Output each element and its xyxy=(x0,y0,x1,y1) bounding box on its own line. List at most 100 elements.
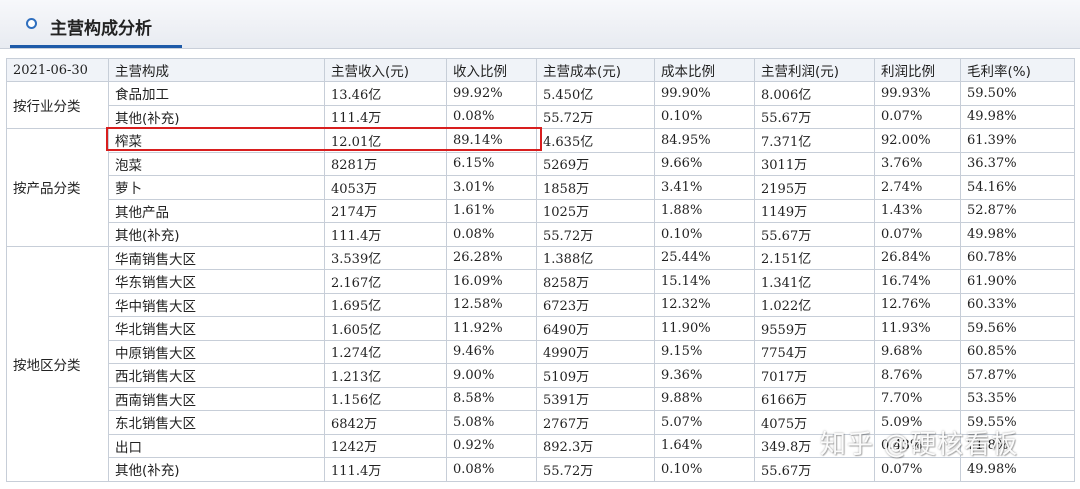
value-cell: 55.72万 xyxy=(536,222,655,247)
header-date: 2021-06-30 xyxy=(6,58,109,82)
value-cell: 1.388亿 xyxy=(536,245,655,270)
value-cell: 8.58% xyxy=(446,386,537,411)
value-cell: 15.14% xyxy=(654,269,755,294)
group-label: 按地区分类 xyxy=(6,245,109,482)
value-cell: 53.35% xyxy=(960,386,1075,411)
value-cell: 3011万 xyxy=(754,151,875,176)
table-header-row: 2021-06-30 主营构成 主营收入(元) 收入比例 主营成本(元) 成本比… xyxy=(6,58,1075,82)
value-cell: 0.10% xyxy=(654,222,755,247)
table-row: 按产品分类 榨菜 12.01亿 89.14% 4.635亿 84.95% 7.371亿 92.… xyxy=(6,128,1075,247)
value-cell: 55.72万 xyxy=(536,104,655,129)
value-cell: 6166万 xyxy=(754,386,875,411)
value-cell: 99.90% xyxy=(654,81,755,106)
value-cell: 5269万 xyxy=(536,151,655,176)
value-cell: 2.151亿 xyxy=(754,245,875,270)
table-row: 华北销售大区 1.605亿 11.92% 6490万 11.90% 9559万 11.93%… xyxy=(7,316,1075,341)
value-cell: 111.4万 xyxy=(324,104,447,129)
value-cell: 12.32% xyxy=(654,292,755,317)
composition-cell: 华南销售大区 xyxy=(108,245,325,270)
table-row: 其他(补充) 111.4万 0.08% 55.72万 0.10% 55.67万 0.07% 4… xyxy=(7,104,1075,129)
value-cell: 5.450亿 xyxy=(536,81,655,106)
table-row: 其他(补充) 111.4万 0.08% 55.72万 0.10% 55.67万 0.07% 4… xyxy=(7,457,1075,482)
value-cell: 1.88% xyxy=(654,198,755,223)
value-cell: 99.93% xyxy=(874,81,961,106)
header-profit-ratio: 利润比例 xyxy=(874,58,961,82)
value-cell: 49.98% xyxy=(960,222,1075,247)
value-cell: 1242万 xyxy=(324,433,447,458)
composition-cell: 中原销售大区 xyxy=(108,339,325,364)
value-cell: 92.00% xyxy=(874,128,961,153)
value-cell: 0.08% xyxy=(446,104,537,129)
value-cell: 2174万 xyxy=(324,198,447,223)
value-cell: 54.16% xyxy=(960,175,1075,200)
value-cell: 59.50% xyxy=(960,81,1075,106)
value-cell: 2767万 xyxy=(536,410,655,435)
value-cell: 13.46亿 xyxy=(324,81,447,106)
value-cell: 16.09% xyxy=(446,269,537,294)
value-cell: 0.07% xyxy=(874,104,961,129)
composition-cell: 西南销售大区 xyxy=(108,386,325,411)
value-cell: 7.371亿 xyxy=(754,128,875,153)
value-cell: 49.98% xyxy=(960,457,1075,482)
value-cell: 61.39% xyxy=(960,128,1075,153)
value-cell: 59.56% xyxy=(960,316,1075,341)
value-cell: 1025万 xyxy=(536,198,655,223)
value-cell: 0.92% xyxy=(446,433,537,458)
table-row: 华中销售大区 1.695亿 12.58% 6723万 12.32% 1.022亿 12.76… xyxy=(7,292,1075,317)
header-gross-margin: 毛利率(%) xyxy=(960,58,1075,82)
header-composition: 主营构成 xyxy=(108,58,325,82)
value-cell: 55.72万 xyxy=(536,457,655,482)
value-cell: 0.07% xyxy=(874,222,961,247)
composition-cell: 华中销售大区 xyxy=(108,292,325,317)
value-cell: 55.67万 xyxy=(754,104,875,129)
value-cell: 8281万 xyxy=(324,151,447,176)
title-underline xyxy=(10,45,182,48)
value-cell: 57.87% xyxy=(960,363,1075,388)
value-cell: 3.41% xyxy=(654,175,755,200)
table-row: 其他(补充) 111.4万 0.08% 55.72万 0.10% 55.67万 0.07% 4… xyxy=(7,222,1075,247)
composition-cell: 出口 xyxy=(108,433,325,458)
value-cell: 0.07% xyxy=(874,457,961,482)
value-cell: 6842万 xyxy=(324,410,447,435)
composition-cell: 食品加工 xyxy=(108,81,325,106)
value-cell: 89.14% xyxy=(446,128,537,153)
value-cell: 9.15% xyxy=(654,339,755,364)
value-cell: 5109万 xyxy=(536,363,655,388)
value-cell: 5.07% xyxy=(654,410,755,435)
composition-cell: 东北销售大区 xyxy=(108,410,325,435)
composition-cell: 其他(补充) xyxy=(108,104,325,129)
composition-cell: 其他(补充) xyxy=(108,222,325,247)
value-cell: 61.90% xyxy=(960,269,1075,294)
value-cell: 4990万 xyxy=(536,339,655,364)
value-cell: 1858万 xyxy=(536,175,655,200)
composition-cell: 其他(补充) xyxy=(108,457,325,482)
value-cell: 9.36% xyxy=(654,363,755,388)
value-cell: 4.635亿 xyxy=(536,128,655,153)
value-cell: 84.95% xyxy=(654,128,755,153)
value-cell: 6723万 xyxy=(536,292,655,317)
value-cell: 7.70% xyxy=(874,386,961,411)
value-cell: 55.67万 xyxy=(754,222,875,247)
value-cell: 1.213亿 xyxy=(324,363,447,388)
value-cell: 11.93% xyxy=(874,316,961,341)
value-cell: 36.37% xyxy=(960,151,1075,176)
value-cell: 6490万 xyxy=(536,316,655,341)
value-cell: 60.85% xyxy=(960,339,1075,364)
value-cell: 12.76% xyxy=(874,292,961,317)
header-profit: 主营利润(元) xyxy=(754,58,875,82)
value-cell: 9559万 xyxy=(754,316,875,341)
value-cell: 0.08% xyxy=(446,457,537,482)
value-cell: 7754万 xyxy=(754,339,875,364)
watermark: 知乎 @硬核看板 xyxy=(820,430,1019,460)
value-cell: 0.10% xyxy=(654,104,755,129)
section-header: 主营构成分析 xyxy=(0,0,1080,49)
value-cell: 11.90% xyxy=(654,316,755,341)
value-cell: 1.695亿 xyxy=(324,292,447,317)
value-cell: 111.4万 xyxy=(324,222,447,247)
value-cell: 0.10% xyxy=(654,457,755,482)
value-cell: 55.67万 xyxy=(754,457,875,482)
value-cell: 25.44% xyxy=(654,245,755,270)
value-cell: 1.274亿 xyxy=(324,339,447,364)
value-cell: 60.33% xyxy=(960,292,1075,317)
table-row: 泡菜 8281万 6.15% 5269万 9.66% 3011万 3.76% 36.37% xyxy=(7,151,1075,176)
